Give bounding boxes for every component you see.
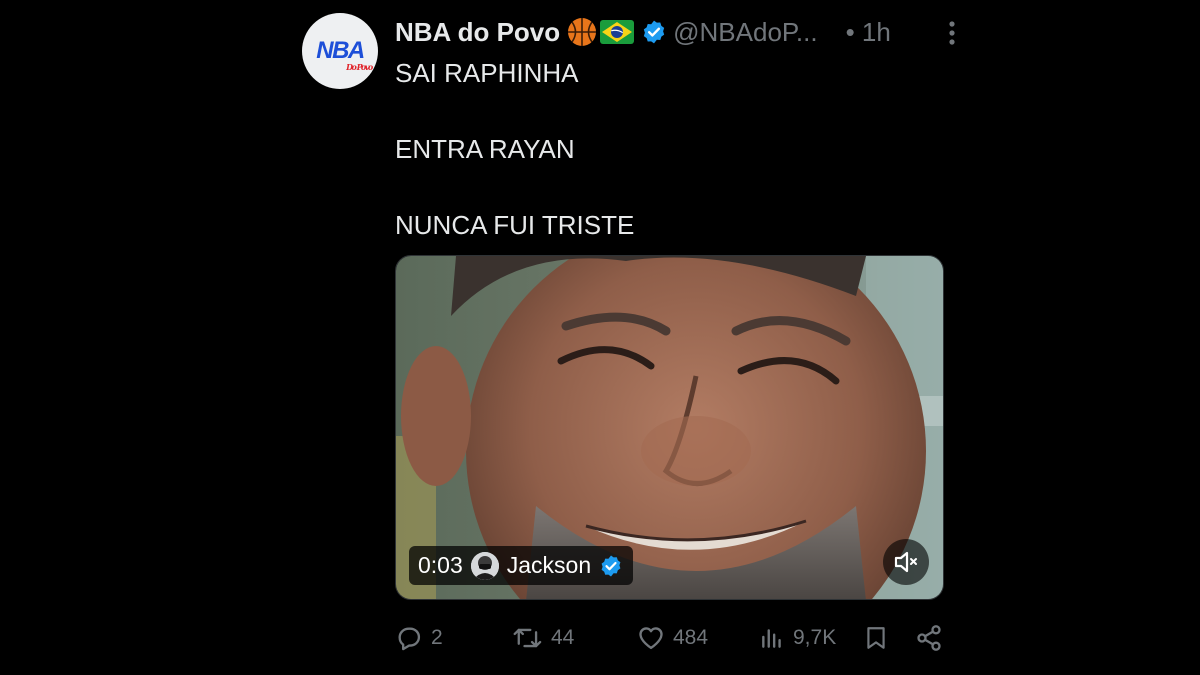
tweet-timestamp[interactable]: • 1h (846, 17, 891, 48)
display-name[interactable]: NBA do Povo (395, 17, 560, 48)
uploader-name: Jackson (506, 552, 592, 578)
reply-icon (395, 624, 423, 652)
avatar-logo-sub: Do Povo (346, 62, 373, 72)
author-avatar[interactable]: NBA Do Povo (302, 13, 378, 89)
bookmark-button[interactable] (863, 618, 889, 658)
tweet-text: SAI RAPHINHA ENTRA RAYAN NUNCA FUI TRIST… (395, 54, 955, 244)
views-button[interactable]: 9,7K (759, 618, 836, 658)
repost-button[interactable]: 44 (513, 618, 574, 658)
video-elapsed-time: 0:03 (418, 552, 463, 578)
speaker-muted-icon[interactable] (883, 539, 929, 585)
avatar-logo: NBA Do Povo (316, 37, 373, 72)
share-icon (915, 624, 943, 652)
like-count: 484 (673, 626, 709, 649)
video-player[interactable]: 0:03 Jackson (395, 255, 944, 600)
more-options-icon[interactable] (942, 18, 962, 48)
video-info-badge[interactable]: 0:03 Jackson (409, 546, 634, 585)
author-handle[interactable]: @NBAdoP... (673, 17, 817, 48)
tweet-text-line: SAI RAPHINHA (395, 58, 579, 88)
repost-count: 44 (551, 626, 575, 649)
brazil-flag-icon (600, 20, 635, 44)
bookmark-icon (863, 624, 889, 652)
share-button[interactable] (915, 618, 943, 658)
tweet: NBA Do Povo NBA do Povo @NBAdoP... • 1h … (302, 0, 962, 675)
tweet-text-line: NUNCA FUI TRISTE (395, 210, 635, 240)
tweet-text-line: ENTRA RAYAN (395, 134, 575, 164)
verified-badge-icon (599, 554, 623, 578)
repost-icon (513, 624, 543, 652)
views-chart-icon (759, 624, 785, 652)
tweet-header: NBA do Povo @NBAdoP... • 1h (395, 12, 945, 52)
heart-icon (637, 624, 665, 652)
verified-badge-icon (641, 19, 667, 45)
tweet-actions: 2 44 484 9,7K (395, 618, 947, 658)
basketball-icon (567, 17, 597, 47)
reply-button[interactable]: 2 (395, 618, 443, 658)
like-button[interactable]: 484 (637, 618, 708, 658)
uploader-avatar (470, 551, 499, 580)
reply-count: 2 (431, 626, 443, 649)
views-count: 9,7K (793, 626, 837, 649)
